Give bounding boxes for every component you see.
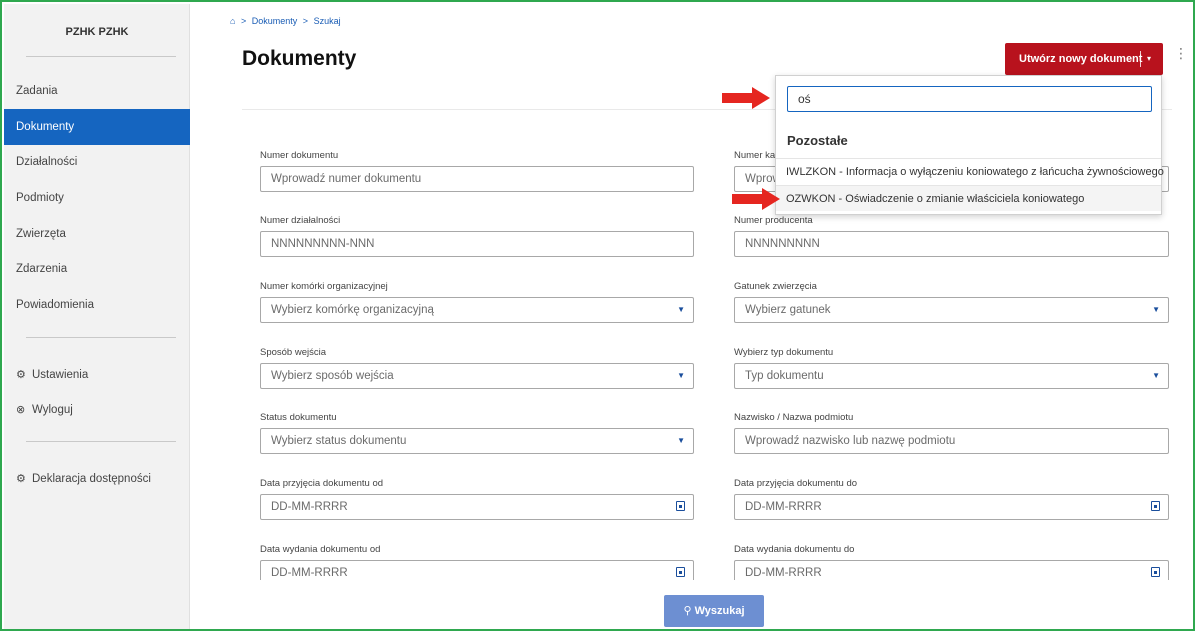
breadcrumb-separator: >: [302, 16, 309, 26]
chevron-down-icon: ▼: [677, 436, 685, 445]
calendar-icon[interactable]: [676, 501, 685, 511]
sidebar-item-ustawienia[interactable]: ⚙ Ustawienia: [4, 357, 190, 393]
date-przyjecia-od[interactable]: DD-MM-RRRR: [260, 494, 694, 520]
search-icon: ⚲: [683, 605, 695, 617]
button-divider: [1140, 51, 1141, 67]
label-typ-dokumentu: Wybierz typ dokumentu: [734, 347, 834, 358]
label-data-przyjecia-od: Data przyjęcia dokumentu od: [260, 478, 384, 489]
label-nazwisko: Nazwisko / Nazwa podmiotu: [734, 412, 854, 423]
annotation-arrow: [722, 87, 770, 109]
calendar-icon[interactable]: [676, 567, 685, 577]
logout-icon: ⊗: [16, 404, 26, 416]
breadcrumb: ⌂ > Dokumenty > Szukaj: [230, 16, 344, 26]
label-data-przyjecia-do: Data przyjęcia dokumentu do: [734, 478, 858, 489]
chevron-down-icon: ▼: [1152, 305, 1160, 314]
annotation-arrow: [732, 188, 780, 210]
screenshot-frame: PZHK PZHK Zadania Dokumenty Działalności…: [0, 0, 1195, 631]
sidebar-item-dokumenty[interactable]: Dokumenty: [4, 109, 190, 145]
label-numer-dzialalnosci: Numer działalności: [260, 215, 341, 226]
sidebar-item-label: Wyloguj: [32, 404, 73, 416]
label-data-wydania-do: Data wydania dokumentu do: [734, 544, 855, 555]
input-numer-dzialalnosci[interactable]: NNNNNNNNN-NNN: [260, 231, 694, 257]
sidebar-item-zadania[interactable]: Zadania: [4, 73, 190, 109]
select-gatunek-value: Wybierz gatunek: [745, 304, 831, 316]
create-document-button[interactable]: Utwórz nowy dokument ▾: [1005, 43, 1163, 75]
label-data-wydania-od: Data wydania dokumentu od: [260, 544, 381, 555]
sidebar-divider: [26, 56, 176, 57]
page-title: Dokumenty: [242, 47, 357, 70]
sidebar-item-deklaracja[interactable]: ⚙ Deklaracja dostępności: [4, 461, 190, 497]
select-komorka[interactable]: Wybierz komórkę organizacyjną ▼: [260, 297, 694, 323]
select-komorka-value: Wybierz komórkę organizacyjną: [271, 304, 434, 316]
select-sposob-wejscia-value: Wybierz sposób wejścia: [271, 370, 394, 382]
input-nazwisko[interactable]: Wprowadź nazwisko lub nazwę podmiotu: [734, 428, 1169, 454]
sidebar-item-wyloguj[interactable]: ⊗ Wyloguj: [4, 392, 190, 428]
sidebar-item-label: Deklaracja dostępności: [32, 473, 151, 485]
chevron-down-icon: ▼: [677, 371, 685, 380]
label-sposob-wejscia: Sposób wejścia: [260, 347, 327, 358]
breadcrumb-separator: >: [240, 16, 247, 26]
home-icon[interactable]: ⌂: [230, 16, 235, 26]
document-type-dropdown: oś Pozostałe IWLZKON - Informacja o wyłą…: [775, 75, 1164, 215]
dropdown-option-iwlzkon[interactable]: IWLZKON - Informacja o wyłączeniu koniow…: [776, 158, 1164, 184]
label-numer-ka: Numer ka: [734, 150, 776, 161]
breadcrumb-item-szukaj: Szukaj: [313, 16, 341, 26]
scroll-fade: [202, 580, 1192, 592]
select-typ-dokumentu-value: Typ dokumentu: [745, 370, 824, 382]
label-status: Status dokumentu: [260, 412, 337, 423]
input-numer-dokumentu[interactable]: Wprowadź numer dokumentu: [260, 166, 694, 192]
date-value: DD-MM-RRRR: [271, 501, 348, 513]
sidebar-item-zdarzenia[interactable]: Zdarzenia: [4, 251, 190, 287]
sidebar-item-podmioty[interactable]: Podmioty: [4, 180, 190, 216]
select-status-value: Wybierz status dokumentu: [271, 435, 407, 447]
chevron-down-icon: ▼: [1152, 371, 1160, 380]
calendar-icon[interactable]: [1151, 501, 1160, 511]
select-typ-dokumentu[interactable]: Typ dokumentu ▼: [734, 363, 1169, 389]
date-przyjecia-do[interactable]: DD-MM-RRRR: [734, 494, 1169, 520]
sidebar-divider: [26, 337, 176, 338]
select-status[interactable]: Wybierz status dokumentu ▼: [260, 428, 694, 454]
sidebar-item-dzialalnosci[interactable]: Działalności: [4, 144, 190, 180]
gear-icon: ⚙: [16, 369, 26, 381]
dropdown-search-input[interactable]: oś: [787, 86, 1152, 112]
date-value: DD-MM-RRRR: [745, 501, 822, 513]
sidebar-divider: [26, 441, 176, 442]
label-numer-producenta: Numer producenta: [734, 215, 813, 226]
date-value: DD-MM-RRRR: [745, 567, 822, 579]
dropdown-option-ozwkon[interactable]: OZWKON - Oświadczenie o zmianie właścici…: [776, 185, 1161, 211]
sidebar: PZHK PZHK Zadania Dokumenty Działalności…: [4, 4, 190, 629]
search-button[interactable]: ⚲ Wyszukaj: [664, 595, 764, 627]
select-sposob-wejscia[interactable]: Wybierz sposób wejścia ▼: [260, 363, 694, 389]
label-numer-dokumentu: Numer dokumentu: [260, 150, 339, 161]
search-button-label: Wyszukaj: [694, 605, 745, 617]
sidebar-item-powiadomienia[interactable]: Powiadomienia: [4, 287, 190, 323]
label-komorka: Numer komórki organizacyjnej: [260, 281, 388, 292]
sidebar-item-zwierzeta[interactable]: Zwierzęta: [4, 216, 190, 252]
label-gatunek: Gatunek zwierzęcia: [734, 281, 817, 292]
dropdown-group-label: Pozostałe: [787, 133, 848, 148]
create-document-label: Utwórz nowy dokument: [1019, 53, 1143, 65]
breadcrumb-item-dokumenty[interactable]: Dokumenty: [252, 16, 298, 26]
sidebar-item-label: Ustawienia: [32, 369, 89, 381]
calendar-icon[interactable]: [1151, 567, 1160, 577]
more-options-icon[interactable]: ⋮: [1174, 46, 1188, 68]
input-numer-producenta[interactable]: NNNNNNNNN: [734, 231, 1169, 257]
gear-icon: ⚙: [16, 473, 26, 485]
date-value: DD-MM-RRRR: [271, 567, 348, 579]
user-name: PZHK PZHK: [65, 26, 129, 38]
chevron-down-icon: ▼: [677, 305, 685, 314]
select-gatunek[interactable]: Wybierz gatunek ▼: [734, 297, 1169, 323]
chevron-down-icon[interactable]: ▾: [1147, 43, 1151, 75]
